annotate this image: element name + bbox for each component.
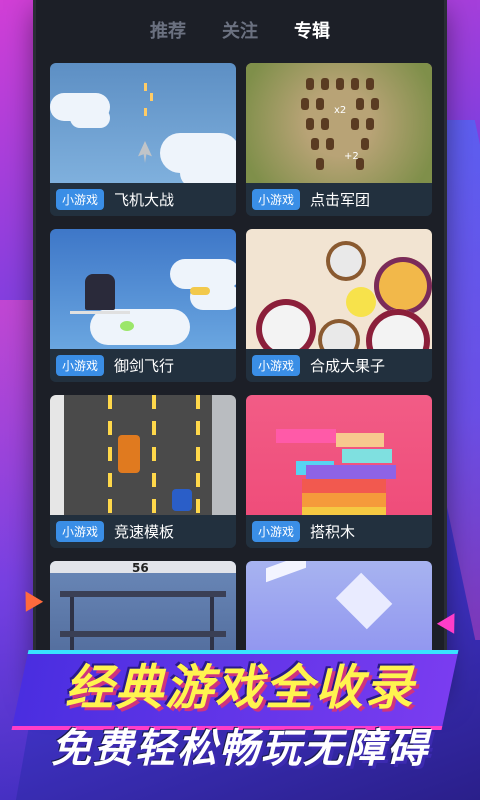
banner-headline: 经典游戏全收录 bbox=[64, 660, 415, 716]
race-car-icon bbox=[118, 435, 140, 473]
coconut-icon bbox=[326, 241, 366, 281]
game-grid: 小游戏 飞机大战 x2 +2 小游戏 点击军团 小游戏 御剑飞行 小游戏 合成大… bbox=[50, 63, 432, 690]
tab-bar: 推荐 关注 专辑 bbox=[36, 0, 444, 60]
mini-game-badge: 小游戏 bbox=[252, 521, 301, 542]
game-card-stack-blocks[interactable]: 小游戏 搭积木 bbox=[246, 395, 432, 548]
bonus-label: +2 bbox=[344, 151, 359, 162]
game-thumbnail: x2 +2 bbox=[246, 63, 432, 183]
mini-game-badge: 小游戏 bbox=[56, 521, 105, 542]
game-thumbnail bbox=[246, 395, 432, 515]
game-info: 小游戏 合成大果子 bbox=[246, 349, 432, 382]
game-title: 竞速模板 bbox=[114, 523, 175, 541]
plane-icon bbox=[138, 141, 152, 163]
mini-game-badge: 小游戏 bbox=[56, 355, 105, 376]
mini-game-badge: 小游戏 bbox=[56, 189, 105, 210]
game-info: 小游戏 搭积木 bbox=[246, 515, 432, 548]
game-title: 搭积木 bbox=[310, 523, 356, 541]
game-thumbnail bbox=[50, 395, 236, 515]
banner-subheadline: 免费轻松畅玩无障碍 bbox=[51, 726, 429, 772]
tab-recommend[interactable]: 推荐 bbox=[150, 17, 186, 43]
game-title: 御剑飞行 bbox=[114, 357, 175, 375]
score-label: 56 bbox=[132, 561, 149, 575]
game-card-sword-flight[interactable]: 小游戏 御剑飞行 bbox=[50, 229, 236, 382]
game-card-merge-fruit[interactable]: 小游戏 合成大果子 bbox=[246, 229, 432, 382]
game-card-racing[interactable]: 小游戏 竞速模板 bbox=[50, 395, 236, 548]
promo-banner: 经典游戏全收录 免费轻松畅玩无障碍 bbox=[0, 586, 480, 800]
game-title: 点击军团 bbox=[310, 191, 371, 209]
game-thumbnail bbox=[50, 63, 236, 183]
swordsman-icon bbox=[85, 274, 115, 310]
mini-game-badge: 小游戏 bbox=[252, 355, 301, 376]
tab-follow[interactable]: 关注 bbox=[222, 17, 258, 43]
multiplier-label: x2 bbox=[334, 105, 347, 116]
game-title: 合成大果子 bbox=[310, 357, 386, 375]
tab-album[interactable]: 专辑 bbox=[294, 17, 330, 43]
game-card-click-legion[interactable]: x2 +2 小游戏 点击军团 bbox=[246, 63, 432, 216]
race-car-icon bbox=[172, 489, 192, 511]
mangosteen-icon bbox=[366, 309, 430, 349]
game-title: 飞机大战 bbox=[114, 191, 175, 209]
game-thumbnail bbox=[246, 229, 432, 349]
game-info: 小游戏 御剑飞行 bbox=[50, 349, 236, 382]
game-info: 小游戏 竞速模板 bbox=[50, 515, 236, 548]
lemon-icon bbox=[346, 287, 376, 317]
game-card-plane-war[interactable]: 小游戏 飞机大战 bbox=[50, 63, 236, 216]
game-info: 小游戏 飞机大战 bbox=[50, 183, 236, 216]
phone-screen: 推荐 关注 专辑 小游戏 飞机大战 x2 +2 小游戏 点击军团 小游戏 御剑飞… bbox=[36, 0, 444, 690]
passion-fruit-icon bbox=[374, 257, 432, 315]
game-info: 小游戏 点击军团 bbox=[246, 183, 432, 216]
game-thumbnail bbox=[50, 229, 236, 349]
mini-game-badge: 小游戏 bbox=[252, 189, 301, 210]
mangosteen-icon bbox=[256, 299, 316, 349]
